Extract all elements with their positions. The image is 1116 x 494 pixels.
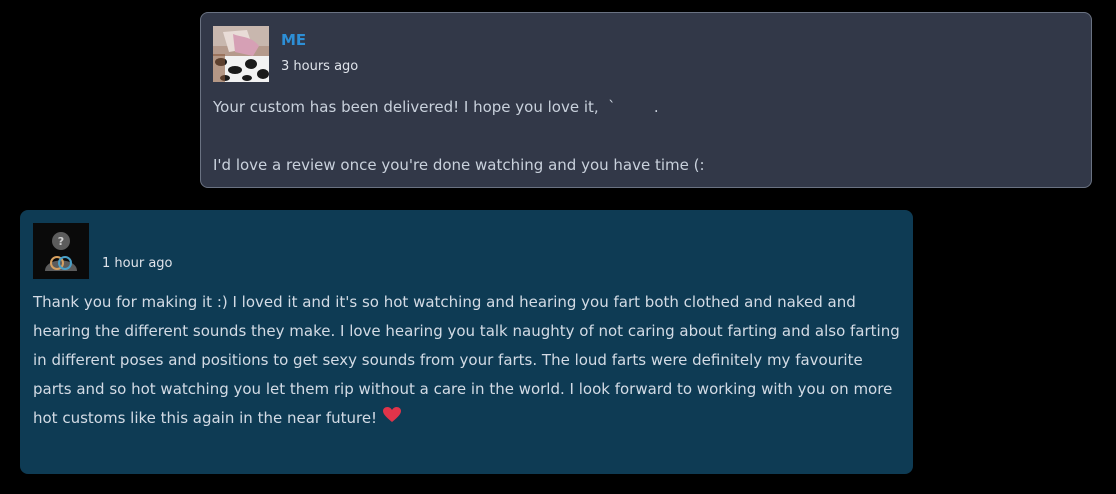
message-bubble-theirs: ? 1 hour ago Thank you for making it :) … — [20, 210, 913, 474]
message-text-content: Thank you for making it :) I loved it an… — [33, 293, 905, 427]
message-timestamp: 1 hour ago — [102, 256, 173, 271]
message-text: Thank you for making it :) I loved it an… — [33, 288, 903, 433]
heart-icon — [383, 404, 402, 433]
message-bubble-mine: ME 3 hours ago Your custom has been deli… — [200, 12, 1092, 188]
avatar[interactable] — [213, 26, 269, 82]
avatar[interactable]: ? — [33, 223, 89, 279]
default-user-icon: ? — [33, 223, 89, 279]
message-text: Your custom has been delivered! I hope y… — [213, 98, 705, 174]
message-timestamp: 3 hours ago — [281, 59, 359, 74]
profile-photo-icon — [213, 26, 269, 82]
svg-text:?: ? — [58, 235, 64, 248]
sender-name[interactable]: ME — [281, 31, 306, 49]
